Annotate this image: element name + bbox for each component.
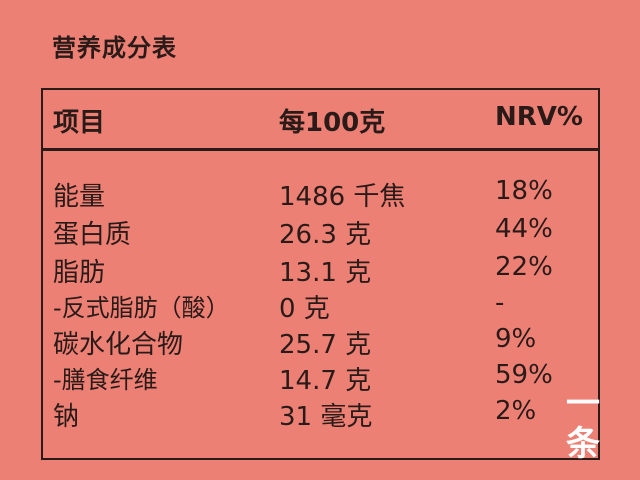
row-nrv: 44% — [495, 214, 553, 244]
header-per-100g: 每100克 — [279, 108, 386, 138]
table-row-sodium: 钠 31 毫克 2% — [43, 396, 598, 432]
table-row-carbohydrate: 碳水化合物 25.7 克 9% — [43, 324, 598, 360]
row-value: 14.7 克 — [279, 366, 372, 396]
table-row-energy: 能量 1486 千焦 18% — [43, 176, 598, 212]
table-row-trans-fat: -反式脂肪（酸） 0 克 - — [43, 288, 598, 324]
table-row-fat: 脂肪 13.1 克 22% — [43, 252, 598, 288]
row-nrv: - — [495, 288, 505, 318]
row-value: 0 克 — [279, 294, 330, 324]
header-nrv: NRV% — [495, 102, 583, 132]
row-value: 25.7 克 — [279, 330, 372, 360]
nutrition-table-title: 营养成分表 — [52, 34, 177, 62]
watermark-top: 一 — [566, 384, 600, 424]
row-nrv: 2% — [495, 396, 537, 426]
row-nrv: 9% — [495, 324, 537, 354]
row-value: 13.1 克 — [279, 258, 372, 288]
row-value: 31 毫克 — [279, 402, 373, 432]
row-name: 能量 — [53, 182, 106, 212]
row-value: 1486 千焦 — [279, 182, 406, 212]
row-name: 碳水化合物 — [53, 330, 184, 360]
row-nrv: 18% — [495, 176, 553, 206]
header-item: 项目 — [53, 108, 106, 138]
watermark-logo: 一 条 — [556, 384, 610, 464]
table-row-protein: 蛋白质 26.3 克 44% — [43, 214, 598, 250]
table-header: 项目 每100克 NRV% — [43, 90, 598, 148]
table-row-dietary-fiber: -膳食纤维 14.7 克 59% — [43, 360, 598, 396]
watermark-bottom: 条 — [566, 424, 600, 464]
row-nrv: 59% — [495, 360, 553, 390]
nutrition-facts-panel: 项目 每100克 NRV% 能量 1486 千焦 18% 蛋白质 26.3 克 … — [41, 88, 600, 460]
row-name: -反式脂肪（酸） — [53, 294, 230, 322]
row-name: 脂肪 — [53, 258, 106, 288]
row-name: 钠 — [53, 402, 80, 432]
row-nrv: 22% — [495, 252, 553, 282]
row-name: 蛋白质 — [53, 220, 132, 250]
row-value: 26.3 克 — [279, 220, 372, 250]
row-name: -膳食纤维 — [53, 366, 158, 394]
header-divider — [43, 148, 598, 151]
